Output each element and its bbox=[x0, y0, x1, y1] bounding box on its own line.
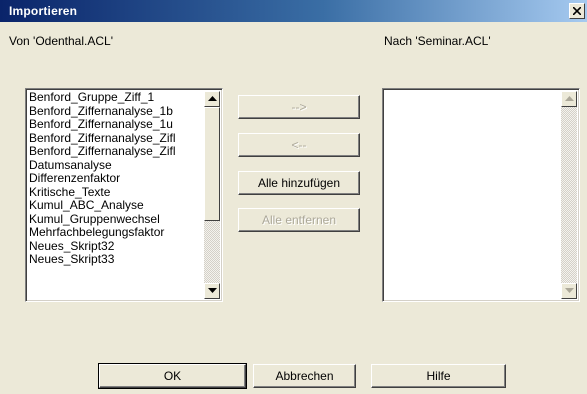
target-listbox[interactable] bbox=[382, 88, 580, 302]
list-item[interactable]: Mehrfachbelegungsfaktor bbox=[29, 226, 202, 240]
list-item[interactable]: Differenzenfaktor bbox=[29, 172, 202, 186]
list-item[interactable]: Benford_Gruppe_Ziff_1 bbox=[29, 91, 202, 105]
list-item[interactable]: Neues_Skript33 bbox=[29, 253, 202, 267]
add-all-button[interactable]: Alle hinzufügen bbox=[238, 171, 360, 195]
source-scroll-down-button[interactable] bbox=[204, 283, 220, 299]
help-button[interactable]: Hilfe bbox=[371, 364, 506, 388]
source-items: Benford_Gruppe_Ziff_1 Benford_Ziffernanal… bbox=[29, 91, 202, 299]
source-scroll-thumb[interactable] bbox=[204, 107, 220, 221]
list-item[interactable]: Kumul_ABC_Analyse bbox=[29, 199, 202, 213]
remove-button[interactable]: <-- bbox=[238, 133, 360, 157]
add-button[interactable]: --> bbox=[238, 95, 360, 119]
arrow-up-icon bbox=[565, 96, 574, 101]
remove-all-button[interactable]: Alle entfernen bbox=[238, 208, 360, 232]
cancel-button[interactable]: Abbrechen bbox=[253, 364, 356, 388]
list-item[interactable]: Benford_Ziffernanalyse_Zifl bbox=[29, 132, 202, 146]
ok-button[interactable]: OK bbox=[98, 363, 247, 389]
list-item[interactable]: Kumul_Gruppenwechsel bbox=[29, 213, 202, 227]
import-dialog: Importieren Von 'Odenthal.ACL' Nach 'Sem… bbox=[0, 0, 587, 394]
close-icon bbox=[573, 7, 581, 15]
list-item[interactable]: Neues_Skript32 bbox=[29, 240, 202, 254]
target-scroll-down-button[interactable] bbox=[561, 283, 577, 299]
list-item[interactable]: Benford_Ziffernanalyse_1u bbox=[29, 118, 202, 132]
source-scroll-up-button[interactable] bbox=[204, 91, 220, 107]
list-item[interactable]: Datumsanalyse bbox=[29, 159, 202, 173]
title-bar[interactable]: Importieren bbox=[0, 0, 587, 22]
list-item[interactable]: Benford_Ziffernanalyse_1b bbox=[29, 105, 202, 119]
window-title: Importieren bbox=[9, 4, 78, 18]
close-button[interactable] bbox=[569, 3, 585, 19]
arrow-up-icon bbox=[208, 96, 217, 101]
source-list-label: Von 'Odenthal.ACL' bbox=[9, 34, 113, 48]
target-items bbox=[386, 91, 559, 299]
list-item[interactable]: Kritische_Texte bbox=[29, 186, 202, 200]
target-scrollbar[interactable] bbox=[561, 91, 577, 299]
list-item[interactable]: Benford_Ziffernanalyse_Zifl bbox=[29, 145, 202, 159]
target-scroll-up-button[interactable] bbox=[561, 91, 577, 107]
source-scrollbar[interactable] bbox=[204, 91, 220, 299]
arrow-down-icon bbox=[208, 288, 217, 293]
target-list-label: Nach 'Seminar.ACL' bbox=[384, 34, 491, 48]
arrow-down-icon bbox=[565, 288, 574, 293]
source-listbox[interactable]: Benford_Gruppe_Ziff_1 Benford_Ziffernanal… bbox=[25, 88, 223, 302]
